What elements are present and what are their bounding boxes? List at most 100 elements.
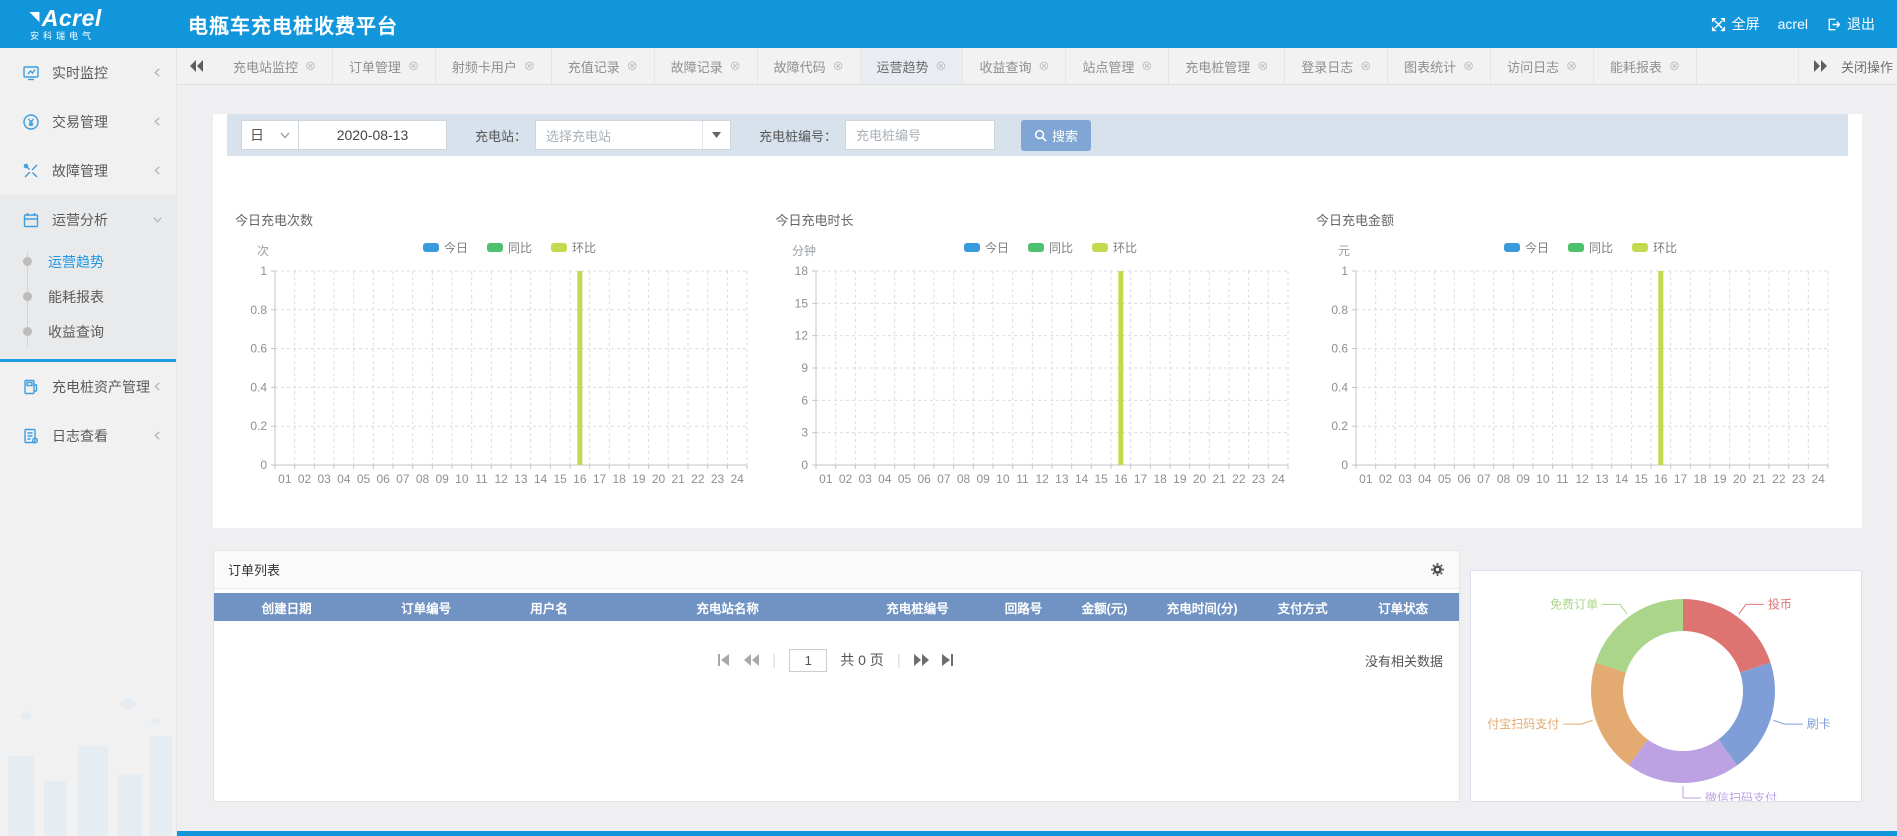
- svg-text:04: 04: [1418, 472, 1432, 486]
- tab-item-9[interactable]: 充电桩管理⊗: [1169, 48, 1285, 84]
- tab-close-icon[interactable]: ⊗: [627, 58, 638, 74]
- period-value: 日: [250, 125, 264, 145]
- svg-text:0.8: 0.8: [250, 303, 267, 317]
- tab-close-icon[interactable]: ⊗: [833, 58, 844, 74]
- svg-text:03: 03: [1398, 472, 1412, 486]
- fullscreen-button[interactable]: 全屏: [1711, 14, 1760, 34]
- next-page-button[interactable]: [914, 654, 929, 666]
- svg-text:12: 12: [1035, 472, 1049, 486]
- tab-item-7[interactable]: 收益查询⊗: [963, 48, 1066, 84]
- svg-text:24: 24: [730, 472, 744, 486]
- sidebar-item-3[interactable]: 运营分析: [0, 195, 176, 244]
- date-input[interactable]: [299, 120, 447, 150]
- donut-slice-2[interactable]: [1629, 740, 1737, 783]
- svg-text:12: 12: [794, 329, 808, 343]
- tab-item-1[interactable]: 订单管理⊗: [333, 48, 436, 84]
- svg-text:03: 03: [858, 472, 872, 486]
- sidebar-group-2: 故障管理: [0, 146, 176, 195]
- filter-bar: 日 充电站： 选择充电站 充电桩编号：: [227, 114, 1848, 156]
- tab-item-8[interactable]: 站点管理 ⊗: [1066, 48, 1169, 84]
- prev-page-button[interactable]: [744, 654, 759, 666]
- monitor-icon: [22, 64, 40, 82]
- gear-icon[interactable]: [1430, 562, 1445, 577]
- tab-item-5[interactable]: 故障代码 ⊗: [758, 48, 861, 84]
- tab-close-icon[interactable]: ⊗: [305, 58, 316, 74]
- sidebar-item-5[interactable]: 日志查看: [0, 411, 176, 460]
- svg-text:1: 1: [1341, 264, 1348, 278]
- page-number-input[interactable]: [789, 649, 827, 672]
- svg-text:08: 08: [1497, 472, 1511, 486]
- order-table-column-header: 创建日期: [214, 598, 359, 617]
- double-chevron-right-icon[interactable]: [1813, 60, 1827, 72]
- total-pages-label: 共 0 页: [840, 650, 884, 670]
- sidebar-item-2[interactable]: 故障管理: [0, 146, 176, 195]
- tab-close-icon[interactable]: ⊗: [1257, 58, 1268, 74]
- donut-slice-4[interactable]: [1596, 599, 1683, 672]
- tab-item-6[interactable]: 运营趋势⊗: [861, 48, 964, 84]
- last-page-button[interactable]: [942, 654, 955, 666]
- tab-close-icon[interactable]: ⊗: [1669, 58, 1680, 74]
- tab-close-icon[interactable]: ⊗: [730, 58, 741, 74]
- sidebar-subitem-label: 收益查询: [48, 322, 104, 342]
- sidebar-subitem-label: 运营趋势: [48, 252, 104, 272]
- bar-chart-0: 次今日同比环比00.20.40.60.810102030405060708091…: [231, 233, 763, 501]
- donut-slice-1[interactable]: [1718, 663, 1775, 766]
- sidebar-item-label: 日志查看: [52, 426, 153, 446]
- chevron-down-icon: [153, 215, 162, 224]
- svg-text:20: 20: [1733, 472, 1747, 486]
- order-table-column-header: 支付方式: [1258, 598, 1347, 617]
- logout-button[interactable]: 退出: [1826, 14, 1875, 34]
- tab-label: 故障代码: [774, 57, 826, 76]
- tab-label: 故障记录: [671, 57, 723, 76]
- tab-close-icon[interactable]: ⊗: [1360, 58, 1371, 74]
- tab-close-icon[interactable]: ⊗: [1141, 58, 1152, 74]
- svg-text:02: 02: [1379, 472, 1393, 486]
- tab-close-icon[interactable]: ⊗: [1566, 58, 1577, 74]
- tab-item-10[interactable]: 登录日志⊗: [1285, 48, 1388, 84]
- tabs-scroll-left-button[interactable]: [177, 48, 217, 84]
- period-select[interactable]: 日: [241, 120, 299, 150]
- sidebar-item-label: 交易管理: [52, 112, 153, 132]
- pile-number-input[interactable]: [845, 120, 995, 150]
- svg-text:06: 06: [917, 472, 931, 486]
- svg-text:14: 14: [534, 472, 548, 486]
- search-button[interactable]: 搜索: [1021, 120, 1091, 151]
- tab-item-12[interactable]: 访问日志⊗: [1491, 48, 1594, 84]
- sidebar-item-0[interactable]: 实时监控: [0, 48, 176, 97]
- svg-text:02: 02: [298, 472, 312, 486]
- donut-slice-0[interactable]: [1683, 599, 1770, 672]
- station-select[interactable]: 选择充电站: [535, 120, 731, 150]
- sidebar-subitem-2[interactable]: 收益查询: [0, 314, 176, 349]
- donut-slice-3[interactable]: [1591, 663, 1648, 766]
- tab-close-icon[interactable]: ⊗: [936, 58, 947, 74]
- svg-text:18: 18: [794, 264, 808, 278]
- tab-item-3[interactable]: 充值记录⊗: [552, 48, 655, 84]
- tabs-right-ops: 关闭操作: [1798, 48, 1897, 84]
- svg-text:0.6: 0.6: [250, 342, 267, 356]
- sidebar-item-1[interactable]: 交易管理: [0, 97, 176, 146]
- tab-close-icon[interactable]: ⊗: [1038, 58, 1049, 74]
- tab-close-icon[interactable]: ⊗: [1463, 58, 1474, 74]
- tab-item-2[interactable]: 射频卡用户⊗: [436, 48, 552, 84]
- sidebar-subitem-1[interactable]: 能耗报表: [0, 279, 176, 314]
- tab-item-0[interactable]: 充电站监控⊗: [217, 48, 333, 84]
- tab-label: 站点管理: [1082, 57, 1134, 76]
- tab-close-icon[interactable]: ⊗: [408, 58, 419, 74]
- tab-close-icon[interactable]: ⊗: [524, 58, 535, 74]
- sidebar-subitem-0[interactable]: 运营趋势: [0, 244, 176, 279]
- first-page-button[interactable]: [718, 654, 731, 666]
- transaction-icon: [22, 113, 40, 131]
- username[interactable]: acrel: [1778, 16, 1808, 32]
- tab-item-11[interactable]: 图表统计 ⊗: [1388, 48, 1491, 84]
- tab-item-4[interactable]: 故障记录 ⊗: [655, 48, 758, 84]
- tab-item-13[interactable]: 能耗报表⊗: [1594, 48, 1697, 84]
- order-table-column-header: 回路号: [984, 598, 1062, 617]
- svg-text:6: 6: [801, 393, 808, 407]
- svg-text:05: 05: [1438, 472, 1452, 486]
- close-operations-button[interactable]: 关闭操作: [1841, 57, 1893, 76]
- sidebar-item-4[interactable]: 充电桩资产管理: [0, 362, 176, 411]
- svg-text:22: 22: [1772, 472, 1786, 486]
- svg-text:20: 20: [1192, 472, 1206, 486]
- svg-text:10: 10: [996, 472, 1010, 486]
- tab-label: 图表统计: [1404, 57, 1456, 76]
